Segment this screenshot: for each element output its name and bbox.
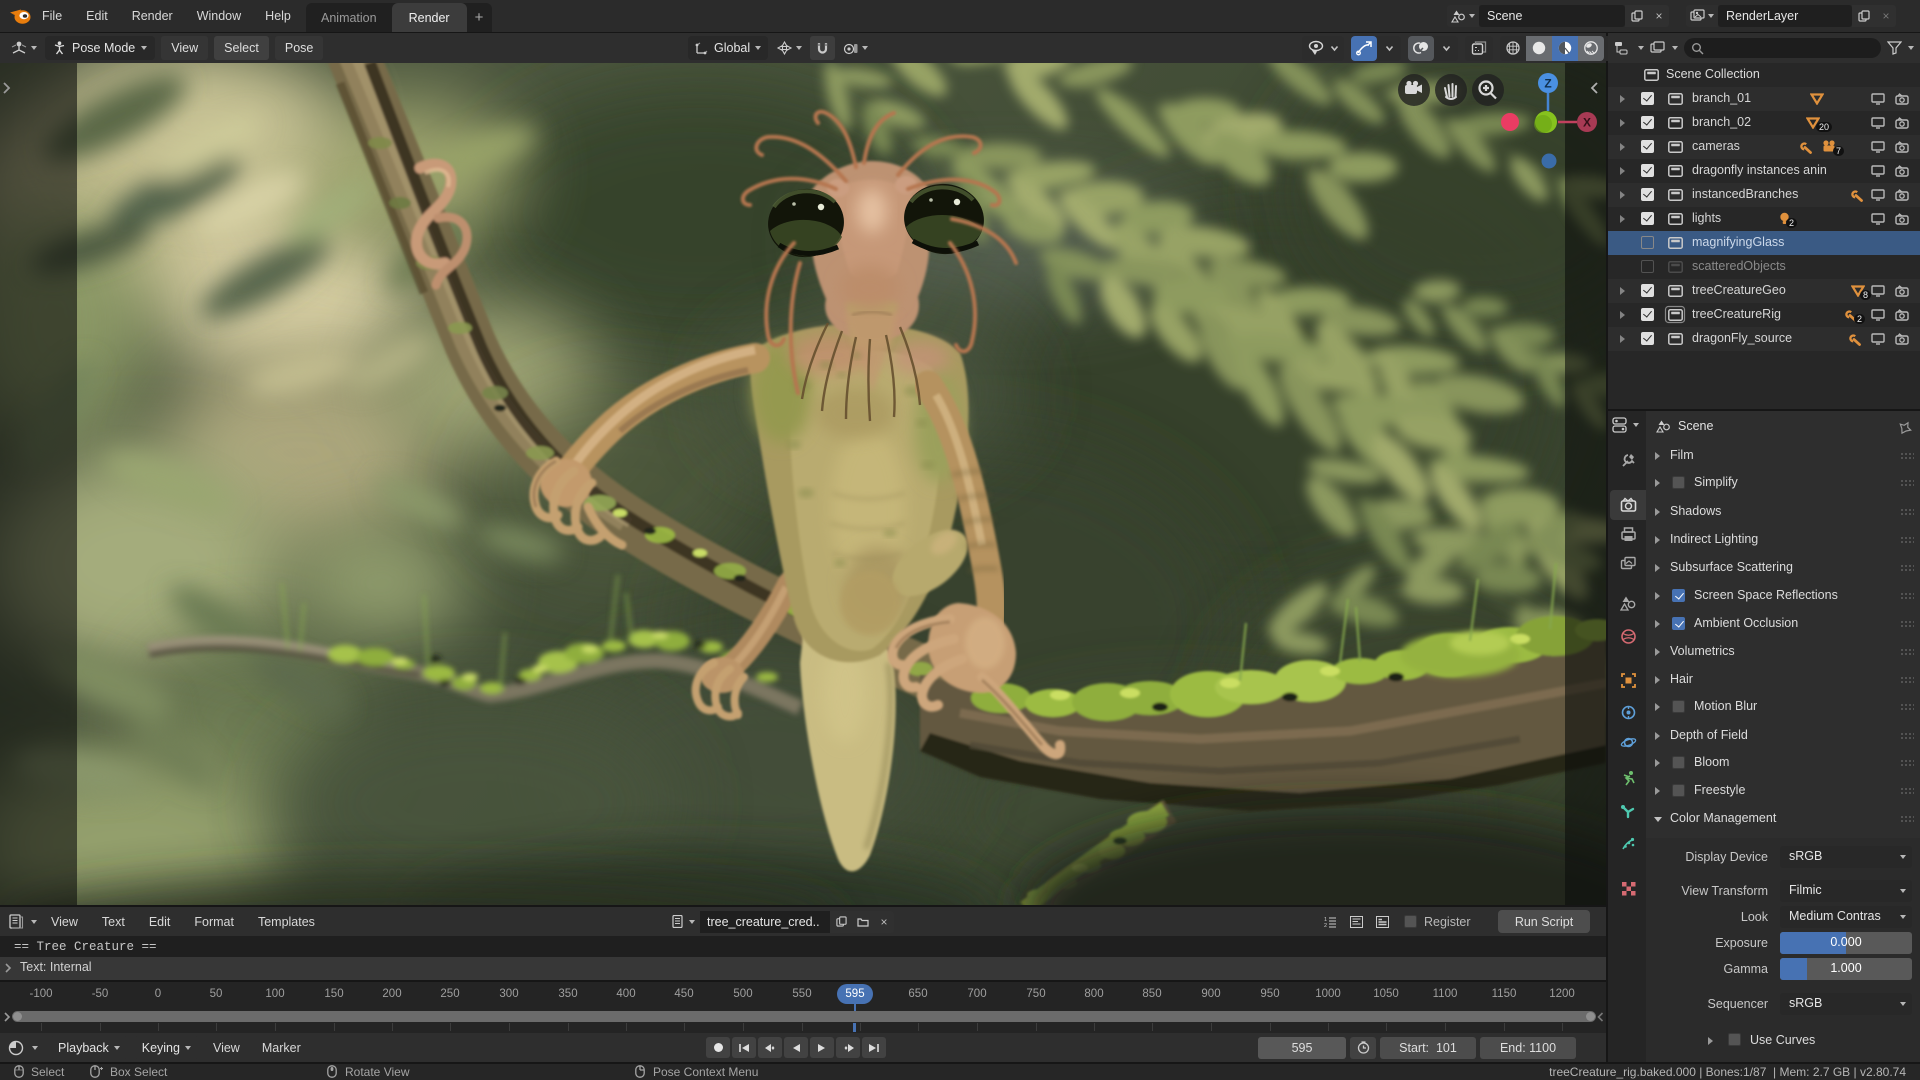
svg-text:2: 2 bbox=[1324, 923, 1327, 928]
svg-text:X: X bbox=[1583, 116, 1591, 130]
svg-text:Z: Z bbox=[1544, 77, 1551, 91]
